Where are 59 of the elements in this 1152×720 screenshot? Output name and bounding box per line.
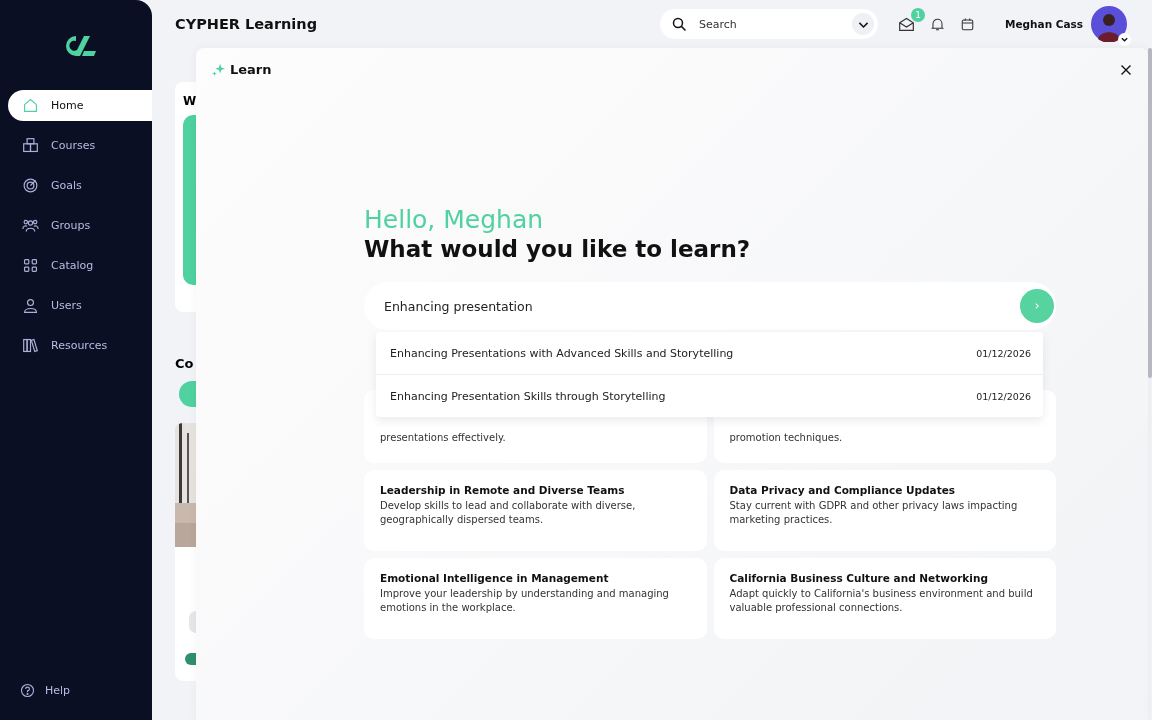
topic-description: promotion techniques.: [729, 431, 844, 445]
help-link[interactable]: Help: [20, 683, 152, 698]
person-icon: [22, 297, 39, 314]
topic-description: presentations effectively.: [380, 431, 507, 445]
home-icon: [22, 97, 39, 114]
bell-icon[interactable]: [930, 16, 945, 32]
card-heading: W: [183, 94, 196, 108]
topic-title: Emotional Intelligence in Management: [380, 572, 610, 584]
close-icon[interactable]: [1120, 63, 1132, 76]
suggestion-title: Enhancing Presentations with Advanced Skills and Storytelling: [390, 346, 734, 360]
search-icon: [672, 16, 687, 32]
calendar-icon[interactable]: [960, 16, 975, 32]
sidebar-item[interactable]: Home: [8, 90, 152, 121]
suggestion-title: Enhancing Presentation Skills through Storytelling: [390, 389, 666, 403]
target-icon: [22, 177, 39, 194]
topic-card[interactable]: Data Privacy and Compliance Updates Stay current with GDPR and other privacy laws impacting marketing practices.: [713, 470, 1056, 551]
menu-toggle[interactable]: [1118, 33, 1132, 46]
topic-card[interactable]: Leadership in Remote and Diverse Teams Develop skills to lead and collaborate with diverse, geographically dispersed teams.: [364, 470, 707, 551]
user-name[interactable]: Meghan Cass: [1005, 18, 1084, 30]
sidebar-item[interactable]: Users: [8, 290, 152, 321]
topic-title: California Business Culture and Networking: [729, 572, 989, 584]
learn-field[interactable]: Enhancing presentation: [364, 282, 1056, 330]
books-icon: [22, 337, 39, 354]
suggestion-date: 01/12/2026: [976, 347, 1031, 359]
envelope-icon[interactable]: [898, 15, 915, 33]
sidebar-item[interactable]: Courses: [8, 130, 152, 161]
sparkle-icon: [212, 63, 225, 76]
topic-description: Develop skills to lead and collaborate with diverse, geographically dispersed teams.: [380, 499, 637, 527]
topic-card[interactable]: California Business Culture and Networking Adapt quickly to California's business environment and build valuable professional connections.: [713, 558, 1056, 639]
chevron-down-icon: [1120, 35, 1130, 44]
help-icon: [20, 683, 35, 698]
suggestion-item[interactable]: Enhancing Presentations with Advanced Skills and Storytelling 01/12/2026: [376, 332, 1043, 374]
sidebar-item[interactable]: Resources: [8, 330, 152, 361]
search-input[interactable]: Search: [697, 16, 842, 32]
topic-description: Adapt quickly to California's business environment and build valuable professional connections.: [729, 587, 1034, 615]
app-title: CYPHER Learning: [175, 16, 319, 32]
sidebar-item[interactable]: Groups: [8, 210, 152, 241]
topic-card[interactable]: Emotional Intelligence in Management Improve your leadership by understanding and managing emotions in the workplace.: [364, 558, 707, 639]
topic-title: Data Privacy and Compliance Updates: [729, 484, 957, 496]
dropdown-button[interactable]: [852, 13, 874, 35]
question-heading: What would you like to learn?: [364, 236, 752, 262]
search-field[interactable]: Search: [660, 9, 878, 39]
grid-icon: [22, 257, 39, 274]
people-icon: [22, 217, 39, 234]
sidebar-item[interactable]: Catalog: [8, 250, 152, 281]
sidebar-item[interactable]: Goals: [8, 170, 152, 201]
notification-badge: 1: [911, 7, 925, 22]
scrollbar[interactable]: [1148, 48, 1152, 378]
greeting: Hello, Meghan: [364, 205, 545, 234]
chevron-right-icon: [1033, 302, 1041, 310]
panel-title: Learn: [230, 62, 272, 77]
suggestion-date: 01/12/2026: [976, 390, 1031, 402]
cubes-icon: [22, 137, 39, 154]
topic-description: Improve your leadership by understanding and managing emotions in the workplace.: [380, 587, 670, 615]
section-heading: Co: [175, 356, 195, 371]
topic-title: Leadership in Remote and Diverse Teams: [380, 484, 626, 496]
course-card[interactable]: [175, 423, 196, 681]
query-input[interactable]: Enhancing presentation: [382, 297, 1020, 315]
topic-description: Stay current with GDPR and other privacy laws impacting marketing practices.: [729, 499, 1019, 527]
